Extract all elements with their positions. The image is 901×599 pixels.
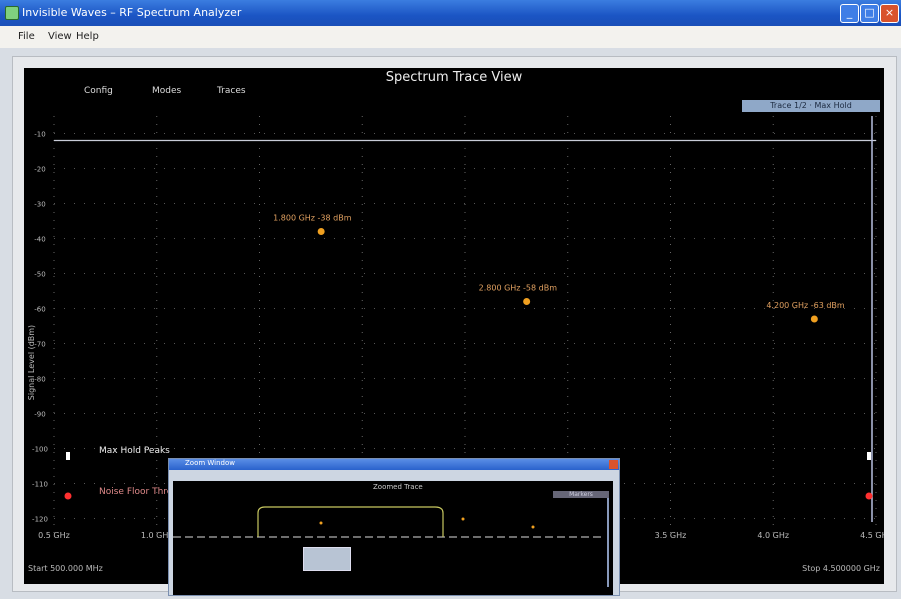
popup-trace-envelope: [257, 506, 444, 537]
menu-item-help[interactable]: Help: [76, 31, 99, 42]
scope-title: Spectrum Trace View: [385, 70, 523, 85]
peak-marker: [810, 315, 818, 323]
menu-modes[interactable]: Modes: [152, 86, 181, 96]
x-tick-label: 4.5 GHz: [860, 531, 884, 540]
y-tick-label: -100: [32, 446, 48, 454]
y-tick-label: -30: [34, 201, 45, 209]
legend-red-icon-right: [865, 492, 873, 500]
trace-badge[interactable]: Trace 1/2 · Max Hold: [742, 100, 880, 112]
peak-marker: [523, 298, 531, 305]
menu-item-file[interactable]: File: [18, 31, 35, 42]
popup-scrollbar[interactable]: [607, 491, 609, 587]
x-tick-label: 4.0 GHz: [757, 531, 789, 540]
minimize-button[interactable]: _: [840, 4, 859, 23]
x-tick-label: 0.5 GHz: [38, 531, 70, 540]
y-tick-label: -90: [34, 411, 45, 419]
y-tick-label: -60: [34, 306, 45, 314]
app-icon: [5, 6, 19, 20]
popup-plot[interactable]: Zoomed Trace Markers: [173, 481, 613, 595]
popup-readout-box[interactable]: [303, 547, 351, 571]
menu-item-view[interactable]: View: [48, 31, 72, 42]
y-tick-label: -120: [32, 516, 48, 524]
popup-title: Zoom Window: [185, 459, 236, 467]
y-tick-label: -110: [32, 481, 48, 489]
menu-traces[interactable]: Traces: [217, 86, 246, 96]
title-bar: Invisible Waves – RF Spectrum Analyzer _…: [0, 0, 901, 26]
popup-marker: [461, 517, 465, 521]
legend-max-hold: Max Hold Peaks: [99, 446, 170, 456]
window-title: Invisible Waves – RF Spectrum Analyzer: [22, 6, 242, 19]
zoom-popup-window[interactable]: Zoom Window Zoomed Trace Markers: [168, 458, 620, 596]
legend-white-icon: [66, 452, 70, 460]
popup-marker: [531, 525, 535, 529]
y-tick-label: -50: [34, 271, 45, 279]
x-tick-label: 3.5 GHz: [655, 531, 687, 540]
peak-marker-label: 1.800 GHz -38 dBm: [273, 214, 352, 223]
popup-close-button[interactable]: [609, 460, 618, 469]
y-tick-label: -10: [34, 131, 45, 139]
legend-white-icon-right: [867, 452, 871, 460]
popup-header: Zoomed Trace: [373, 483, 423, 491]
menu-config[interactable]: Config: [84, 86, 113, 96]
y-tick-label: -40: [34, 236, 45, 244]
peak-marker-label: 4.200 GHz -63 dBm: [766, 301, 845, 310]
y-tick-label: -20: [34, 166, 45, 174]
popup-marker: [319, 521, 323, 525]
popup-title-bar: Zoom Window: [169, 459, 619, 470]
maximize-button[interactable]: □: [860, 4, 879, 23]
footer-start-frequency: Start 500.000 MHz: [28, 564, 103, 573]
close-button[interactable]: ×: [880, 4, 899, 23]
popup-badge[interactable]: Markers: [553, 491, 609, 498]
peak-marker: [317, 228, 325, 235]
peak-marker-label: 2.800 GHz -58 dBm: [479, 284, 558, 293]
footer-stop-frequency: Stop 4.500000 GHz: [802, 564, 880, 573]
menu-bar: File View Help: [0, 26, 901, 48]
legend-red-icon: [64, 492, 72, 500]
y-axis-label: Signal Level (dBm): [27, 324, 37, 401]
popup-plot-svg: [173, 491, 609, 587]
